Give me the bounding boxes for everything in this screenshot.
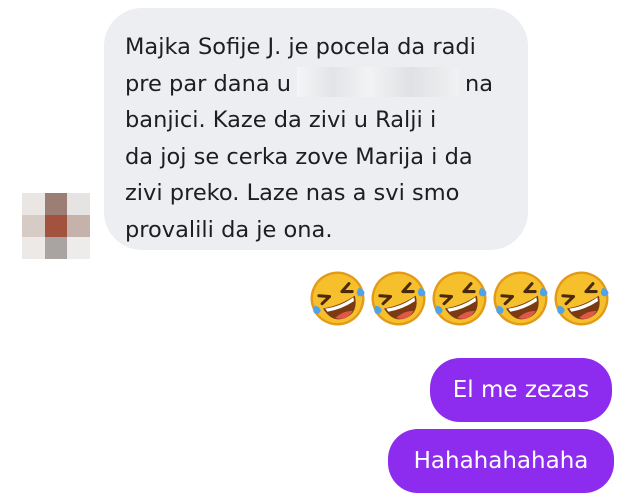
avatar-pixel: [44, 215, 68, 237]
avatar-pixel: [44, 237, 68, 259]
avatar-pixel: [44, 193, 68, 215]
incoming-message-bubble[interactable]: Majka Sofije J. je pocela da radi pre pa…: [104, 8, 528, 250]
emoji-reaction-message[interactable]: [307, 268, 612, 329]
avatar-pixel: [22, 215, 45, 237]
message-line: zivi preko. Laze nas a svi smo: [125, 180, 460, 206]
rolling-laughing-emoji-icon: [368, 268, 429, 329]
redacted-text: [297, 66, 460, 97]
rolling-laughing-emoji-icon: [490, 268, 551, 329]
message-line: provalili da je ona.: [125, 216, 333, 243]
avatar-pixel: [22, 193, 45, 215]
rolling-laughing-emoji-icon: [429, 268, 490, 329]
outgoing-message-text: El me zezas: [452, 377, 590, 403]
message-line-before: pre par dana u: [125, 70, 292, 97]
message-line: pre par dana u na: [125, 66, 508, 103]
avatar-pixel: [22, 237, 45, 259]
message-line: banjici. Kaze da zivi u Ralji i: [125, 107, 437, 133]
rolling-laughing-emoji-icon: [551, 268, 612, 329]
outgoing-message-text: Hahahahahaha: [413, 448, 589, 474]
avatar-pixel: [67, 193, 90, 215]
avatar[interactable]: [22, 193, 90, 259]
rolling-laughing-emoji-icon: [307, 268, 368, 329]
avatar-pixel: [67, 215, 90, 237]
message-line: Majka Sofije J. je pocela da radi: [125, 34, 476, 60]
outgoing-message-bubble[interactable]: Hahahahahaha: [388, 429, 614, 493]
message-line-after: na: [465, 70, 494, 97]
outgoing-message-bubble[interactable]: El me zezas: [430, 358, 612, 422]
avatar-pixel: [67, 237, 90, 259]
message-line: da joj se cerka zove Marija i da: [125, 143, 473, 170]
